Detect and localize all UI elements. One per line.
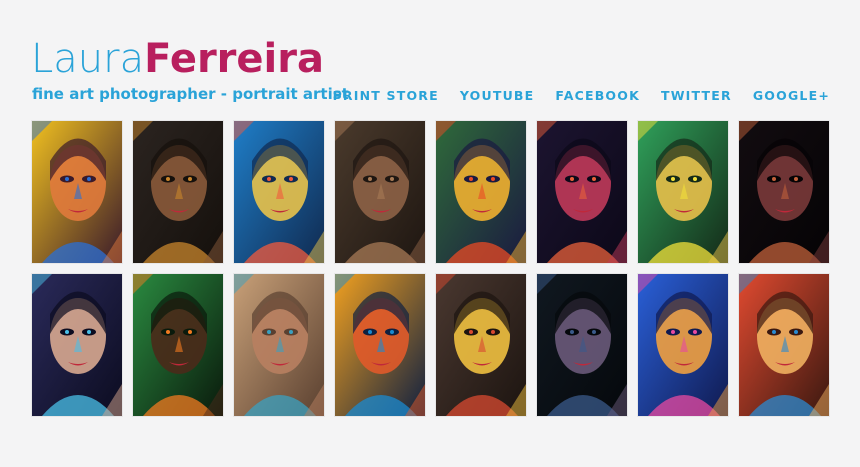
portrait-image: [335, 121, 425, 263]
portrait-image: [638, 121, 728, 263]
nav-facebook[interactable]: FACEBOOK: [555, 88, 640, 103]
portrait-image: [234, 274, 324, 416]
portrait-image: [335, 274, 425, 416]
portrait-thumbnail[interactable]: [537, 274, 627, 416]
portrait-image: [537, 274, 627, 416]
portrait-thumbnail[interactable]: [335, 274, 425, 416]
logo-first-name: Laura: [31, 36, 145, 82]
portrait-image: [436, 274, 526, 416]
portrait-image: [32, 274, 122, 416]
portrait-thumbnail[interactable]: [133, 274, 223, 416]
site-tagline: fine art photographer - portrait artist: [32, 85, 349, 103]
portrait-image: [739, 274, 829, 416]
portrait-image: [739, 121, 829, 263]
portrait-thumbnail[interactable]: [234, 274, 324, 416]
portrait-image: [537, 121, 627, 263]
nav-youtube[interactable]: YOUTUBE: [460, 88, 535, 103]
portrait-image: [32, 121, 122, 263]
portrait-image: [133, 121, 223, 263]
portrait-gallery: [32, 121, 829, 416]
portrait-thumbnail[interactable]: [537, 121, 627, 263]
portrait-thumbnail[interactable]: [436, 274, 526, 416]
portrait-thumbnail[interactable]: [133, 121, 223, 263]
portrait-thumbnail[interactable]: [638, 274, 728, 416]
nav-twitter[interactable]: TWITTER: [661, 88, 732, 103]
nav-print-store[interactable]: PRINT STORE: [333, 88, 439, 103]
portrait-image: [234, 121, 324, 263]
portrait-thumbnail[interactable]: [234, 121, 324, 263]
portrait-thumbnail[interactable]: [739, 121, 829, 263]
portrait-thumbnail[interactable]: [32, 121, 122, 263]
portrait-thumbnail[interactable]: [32, 274, 122, 416]
portrait-thumbnail[interactable]: [739, 274, 829, 416]
portrait-thumbnail[interactable]: [638, 121, 728, 263]
portrait-thumbnail[interactable]: [436, 121, 526, 263]
main-nav: PRINT STORE YOUTUBE FACEBOOK TWITTER GOO…: [333, 88, 830, 103]
portrait-image: [436, 121, 526, 263]
portrait-image: [638, 274, 728, 416]
portrait-thumbnail[interactable]: [335, 121, 425, 263]
portrait-image: [133, 274, 223, 416]
site-logo[interactable]: LauraFerreira: [31, 36, 324, 82]
logo-last-name: Ferreira: [144, 36, 324, 82]
nav-google-plus[interactable]: GOOGLE+: [753, 88, 830, 103]
